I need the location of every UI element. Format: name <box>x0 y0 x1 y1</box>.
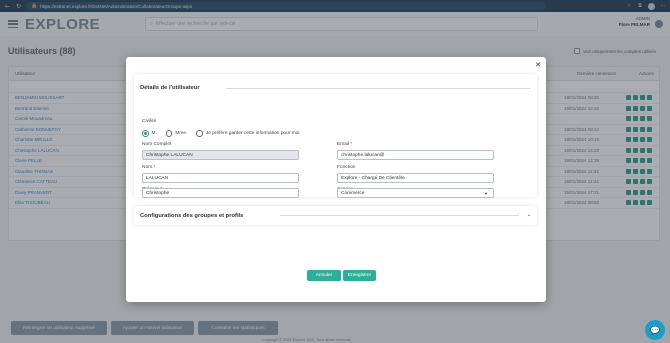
chat-icon[interactable]: 💬 <box>645 320 665 340</box>
last-name-field[interactable]: LALUCAN <box>142 173 299 183</box>
groups-divider <box>280 215 519 216</box>
section-divider <box>226 88 531 89</box>
service-select[interactable]: Commerce ▼ <box>337 188 494 198</box>
user-details-modal: ✕ Détails de l'utilisateur Civilité M. M… <box>126 57 546 302</box>
chevron-down-icon[interactable]: ⌄ <box>525 211 533 219</box>
cancel-button[interactable]: Annuler <box>307 270 341 281</box>
chevron-down-icon: ▼ <box>484 190 488 196</box>
email-label: Email * <box>337 142 353 147</box>
civility-option-undisclosed: Je préfère garder cette information pour… <box>205 130 300 136</box>
full-name-label: Nom Complet <box>142 142 172 147</box>
last-name-label: Nom * <box>142 165 156 170</box>
function-field[interactable]: Explore - Chargé De Clientèle <box>337 173 494 183</box>
user-details-title: Détails de l'utilisateur <box>140 85 200 91</box>
civility-radio-mme[interactable] <box>165 130 173 137</box>
service-value: Commerce <box>341 190 365 196</box>
full-name-field: Christophe LALUCAN <box>142 150 299 160</box>
civility-radio-group: M. Mme. Je préfère garder cette informat… <box>142 130 305 137</box>
civility-option-m: M. <box>151 130 157 136</box>
civility-option-mme: Mme. <box>175 130 188 136</box>
groups-profiles-title: Configurations des groupes et profils <box>140 213 244 219</box>
user-details-card: Détails de l'utilisateur Civilité M. Mme… <box>134 74 537 198</box>
civility-radio-m[interactable] <box>142 130 149 137</box>
email-field[interactable]: christophe.lalucan@ <box>337 150 494 160</box>
civility-radio-undisclosed[interactable] <box>196 130 203 137</box>
close-icon[interactable]: ✕ <box>534 61 542 69</box>
groups-profiles-card[interactable]: Configurations des groupes et profils ⌄ <box>134 206 537 225</box>
first-name-field[interactable]: Christophe <box>142 188 299 198</box>
function-label: Fonction <box>337 165 356 170</box>
save-button[interactable]: Enregistrer <box>343 270 376 281</box>
civility-label: Civilité <box>142 119 157 124</box>
